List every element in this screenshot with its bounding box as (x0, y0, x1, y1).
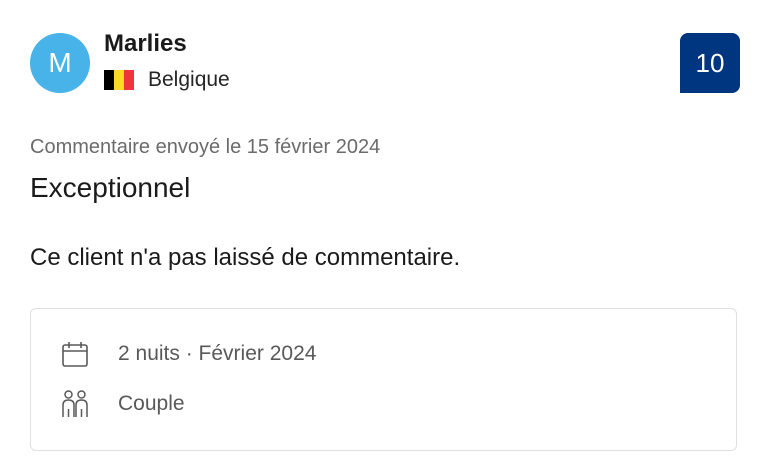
score-badge: 10 (680, 33, 740, 93)
belgium-flag-icon (104, 70, 134, 90)
review-body: Ce client n'a pas laissé de commentaire. (30, 244, 461, 271)
people-icon (60, 389, 90, 419)
stay-duration-text: 2 nuits · Février 2024 (118, 342, 317, 365)
review-date: Commentaire envoyé le 15 février 2024 (30, 136, 381, 158)
review-title: Exceptionnel (30, 172, 191, 203)
traveler-type-row: Couple (60, 389, 185, 419)
country-name: Belgique (148, 68, 230, 91)
stay-details-box: 2 nuits · Février 2024 Couple (30, 308, 737, 451)
avatar: M (30, 33, 90, 93)
traveler-type-text: Couple (118, 392, 185, 415)
review-card: M Marlies Belgique 10 Commentaire envoyé… (0, 0, 768, 459)
reviewer-country: Belgique (104, 68, 230, 92)
calendar-icon (60, 339, 90, 369)
stay-duration-row: 2 nuits · Février 2024 (60, 339, 316, 369)
reviewer-name: Marlies (104, 30, 187, 57)
